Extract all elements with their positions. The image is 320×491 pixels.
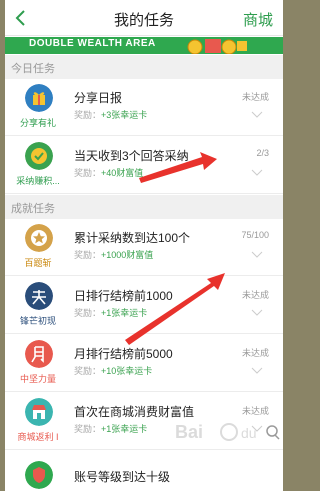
task-title: 账号等级到达十级 bbox=[74, 470, 171, 484]
star-medal-icon bbox=[25, 224, 53, 252]
heaven-char-icon bbox=[25, 282, 53, 310]
page-title: 我的任务 bbox=[113, 12, 174, 29]
task-title: 当天收到3个回答采纳 bbox=[74, 149, 189, 163]
double-wealth-banner[interactable]: DOUBLE WEALTH AREA bbox=[5, 37, 283, 54]
shield-icon bbox=[25, 461, 53, 489]
task-row[interactable]: 账号等级到达十级 bbox=[5, 451, 283, 491]
task-icon-caption: 商城返利 I bbox=[17, 432, 59, 442]
task-status: 未达成 bbox=[241, 406, 269, 416]
task-icon-caption: 锋芒初现 bbox=[19, 316, 56, 326]
chevron-down-icon[interactable] bbox=[251, 251, 263, 259]
task-icon-caption: 分享有礼 bbox=[19, 118, 56, 128]
task-status: 未达成 bbox=[241, 92, 269, 102]
chevron-down-icon[interactable] bbox=[251, 367, 263, 375]
baidu-watermark-icon: Bai du bbox=[175, 422, 280, 442]
banner-text: DOUBLE WEALTH AREA bbox=[29, 38, 156, 49]
coins-icon bbox=[187, 39, 247, 54]
section-achievement-label: 成就任务 bbox=[11, 203, 55, 215]
section-achievement: 成就任务 bbox=[5, 195, 283, 219]
task-icon-caption: 采纳赚积... bbox=[16, 176, 60, 186]
task-row[interactable]: 采纳赚积... 当天收到3个回答采纳 奖励：+40财富值 2/3 bbox=[5, 137, 283, 194]
task-row[interactable]: 百题斩 累计采纳数到达100个 奖励：+1000财富值 75/100 bbox=[5, 219, 283, 276]
task-status: 2/3 bbox=[256, 148, 269, 158]
moon-char-icon bbox=[25, 340, 53, 368]
task-row[interactable]: 分享有礼 分享日报 奖励：+3张幸运卡 未达成 bbox=[5, 79, 283, 136]
task-icon-caption: 中坚力量 bbox=[19, 374, 56, 384]
task-reward: 奖励：+40财富值 bbox=[74, 168, 144, 178]
shop-icon bbox=[25, 398, 53, 426]
task-row[interactable]: 锋芒初现 日排行结榜前1000 奖励：+1张幸运卡 未达成 bbox=[5, 277, 283, 334]
section-today-label: 今日任务 bbox=[11, 63, 55, 75]
task-title: 月排行结榜前5000 bbox=[74, 347, 173, 361]
svg-text:Bai: Bai bbox=[175, 422, 203, 442]
check-badge-icon bbox=[25, 142, 53, 170]
chevron-down-icon[interactable] bbox=[251, 111, 263, 119]
task-reward: 奖励：+1000财富值 bbox=[74, 250, 154, 260]
task-status: 75/100 bbox=[241, 230, 269, 240]
task-row[interactable]: 中坚力量 月排行结榜前5000 奖励：+10张幸运卡 未达成 bbox=[5, 335, 283, 392]
task-title: 累计采纳数到达100个 bbox=[74, 231, 191, 245]
task-reward: 奖励：+1张幸运卡 bbox=[74, 308, 148, 318]
task-title: 日排行结榜前1000 bbox=[74, 289, 173, 303]
chevron-down-icon[interactable] bbox=[251, 169, 263, 177]
task-status: 未达成 bbox=[241, 290, 269, 300]
task-reward: 奖励：+10张幸运卡 bbox=[74, 366, 153, 376]
svg-text:du: du bbox=[241, 425, 257, 441]
gift-icon bbox=[25, 84, 53, 112]
task-icon-caption: 百题斩 bbox=[24, 258, 52, 268]
task-reward: 奖励：+1张幸运卡 bbox=[74, 424, 148, 434]
task-status: 未达成 bbox=[241, 348, 269, 358]
task-title: 分享日报 bbox=[74, 91, 123, 105]
mall-link[interactable]: 商城 bbox=[243, 9, 273, 30]
section-today: 今日任务 bbox=[5, 55, 283, 79]
chevron-down-icon[interactable] bbox=[251, 309, 263, 317]
task-screen: 我的任务 商城 DOUBLE WEALTH AREA 今日任务 分享有礼 分享日… bbox=[5, 0, 283, 491]
task-reward: 奖励：+3张幸运卡 bbox=[74, 110, 148, 120]
top-bar: 我的任务 商城 bbox=[5, 0, 283, 36]
